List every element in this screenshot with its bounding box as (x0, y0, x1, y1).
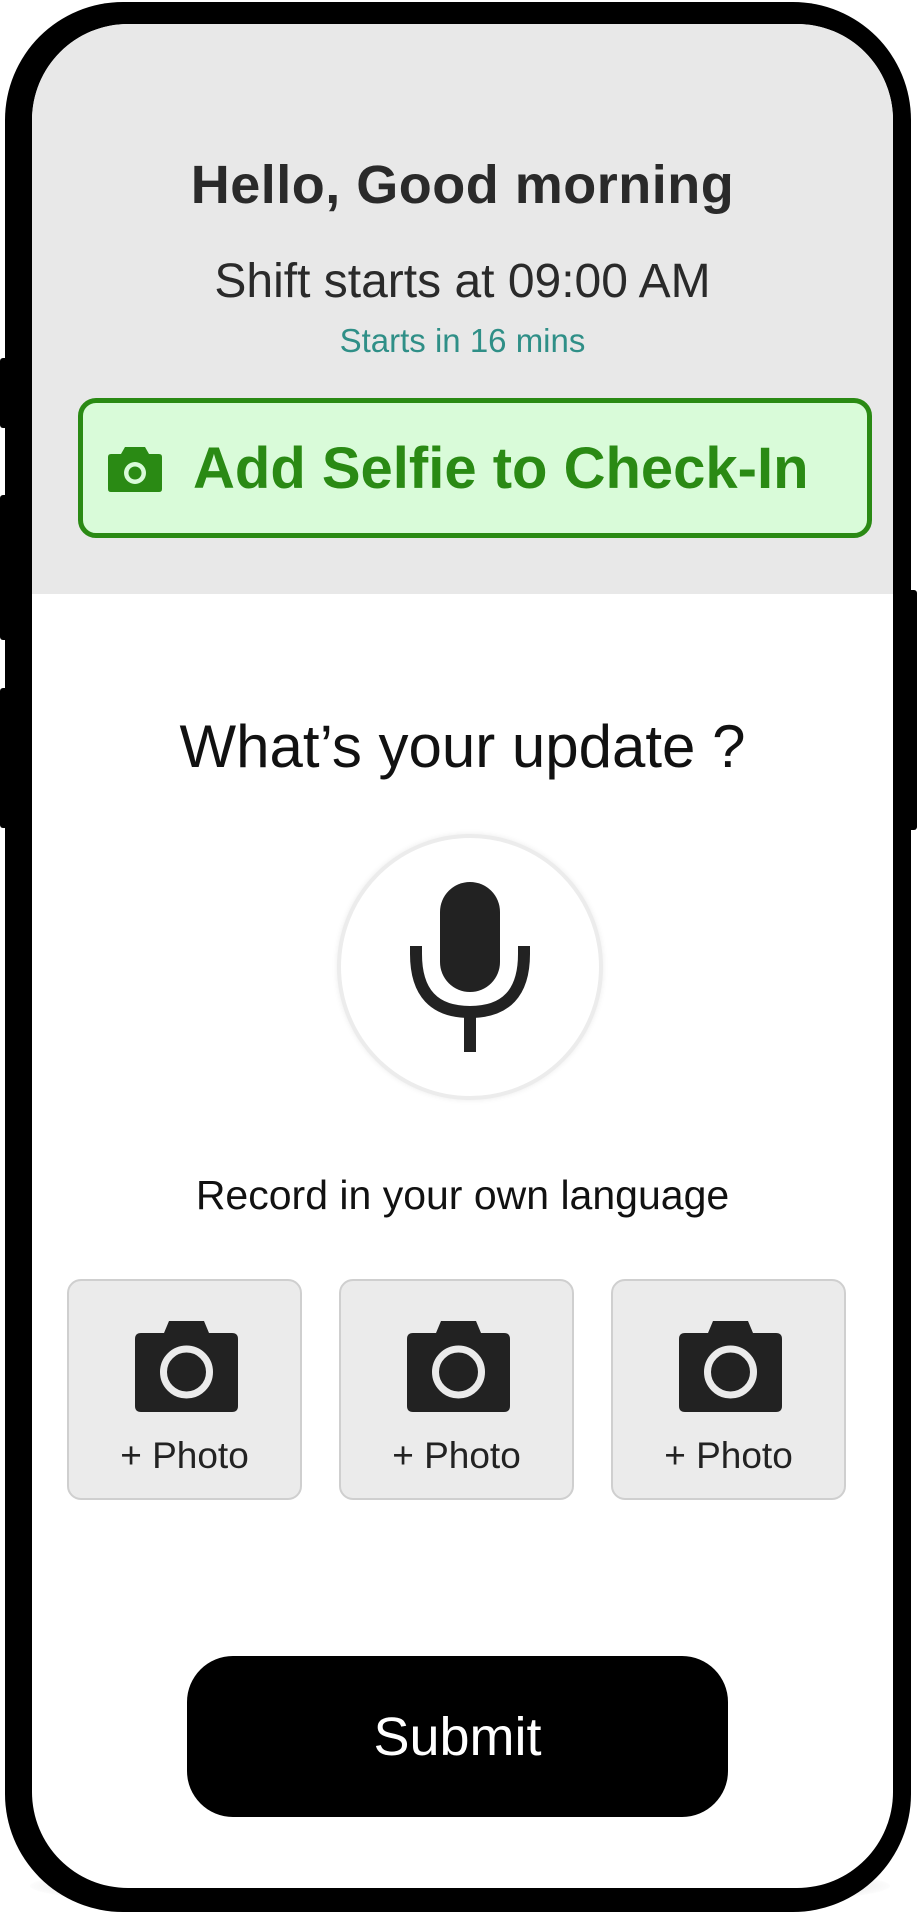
add-photo-button-2[interactable]: + Photo (339, 1279, 574, 1500)
phone-frame: Hello, Good morning Shift starts at 09:0… (5, 2, 911, 1912)
shift-start-time: Shift starts at 09:00 AM (214, 255, 711, 308)
phone-screen: Hello, Good morning Shift starts at 09:0… (32, 24, 893, 1888)
add-photo-button-1[interactable]: + Photo (67, 1279, 302, 1500)
camera-icon (135, 1321, 238, 1412)
add-selfie-label: Add Selfie to Check-In (193, 435, 809, 501)
add-photo-label: + Photo (664, 1435, 793, 1476)
update-question-heading: What’s your update ? (179, 713, 746, 780)
greeting-title: Hello, Good morning (190, 155, 735, 215)
add-photo-label: + Photo (120, 1435, 249, 1476)
camera-icon (407, 1321, 510, 1412)
shift-countdown: Starts in 16 mins (339, 322, 586, 359)
submit-button[interactable]: Submit (187, 1656, 728, 1817)
submit-label: Submit (373, 1706, 542, 1767)
add-photo-button-3[interactable]: + Photo (611, 1279, 846, 1500)
camera-icon (679, 1321, 782, 1412)
camera-icon (107, 443, 163, 493)
add-photo-label: + Photo (392, 1435, 521, 1476)
record-language-hint: Record in your own language (195, 1172, 730, 1218)
microphone-icon (410, 882, 530, 1052)
add-selfie-button[interactable]: Add Selfie to Check-In (78, 398, 872, 538)
record-voice-button[interactable] (337, 834, 603, 1100)
checkin-header: Hello, Good morning Shift starts at 09:0… (32, 24, 893, 594)
